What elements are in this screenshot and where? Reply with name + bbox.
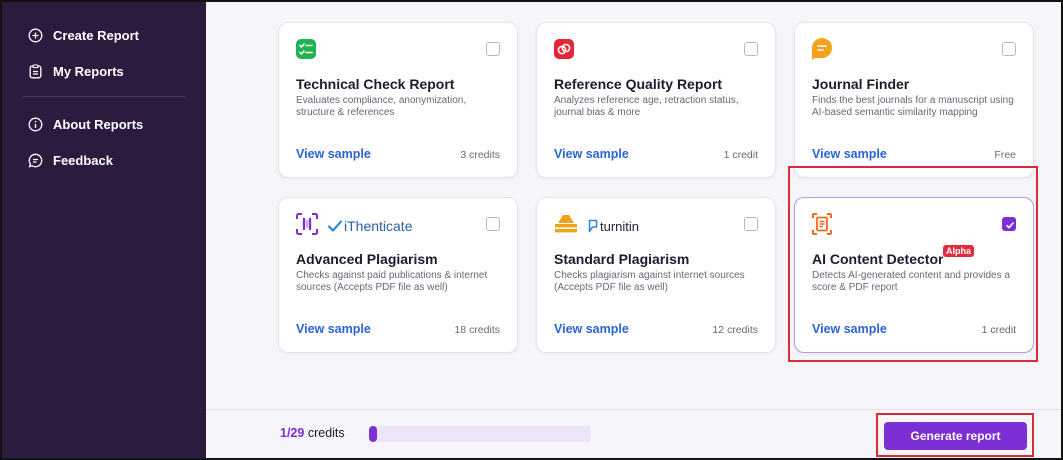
report-card-advanced-plagiarism[interactable]: iThenticate Advanced Plagiarism Checks a…	[278, 197, 518, 353]
credits-used: 1/29	[280, 426, 305, 440]
card-title: Technical Check Report	[296, 76, 455, 92]
view-sample-link[interactable]: View sample	[812, 322, 887, 336]
card-description: Evaluates compliance, anonymization, str…	[296, 95, 467, 118]
credits-progress-fill	[369, 426, 377, 442]
report-card-reference-quality[interactable]: Reference Quality Report Analyzes refere…	[536, 22, 776, 178]
report-checkbox[interactable]	[1002, 217, 1016, 231]
document-scan-icon	[812, 212, 832, 240]
turnitin-logo: turnitin	[588, 219, 639, 234]
card-title: Reference Quality Report	[554, 76, 723, 92]
sidebar-item-label: Create Report	[53, 27, 139, 43]
plus-circle-icon	[28, 28, 43, 43]
view-sample-link[interactable]: View sample	[554, 322, 629, 336]
view-sample-link[interactable]: View sample	[296, 147, 371, 161]
card-description: Checks against paid publications & inter…	[296, 270, 488, 293]
report-card-standard-plagiarism[interactable]: turnitin Standard Plagiarism Checks plag…	[536, 197, 776, 353]
card-title: Journal Finder	[812, 76, 910, 92]
view-sample-link[interactable]: View sample	[812, 147, 887, 161]
sidebar: Create Report My Reports About Reports F…	[2, 2, 206, 458]
credit-cost: Free	[994, 149, 1016, 161]
card-description: Checks plagiarism against internet sourc…	[554, 270, 745, 293]
clipboard-icon	[28, 63, 43, 79]
report-card-journal-finder[interactable]: Journal Finder Finds the best journals f…	[794, 22, 1034, 178]
credit-cost: 1 credit	[723, 149, 758, 161]
chat-bubble-icon	[812, 37, 832, 65]
report-checkbox[interactable]	[744, 217, 758, 231]
report-checkbox[interactable]	[744, 42, 758, 56]
sidebar-item-label: My Reports	[53, 63, 124, 79]
credits-label: credits	[307, 426, 345, 440]
sidebar-item-label: Feedback	[53, 152, 113, 168]
sidebar-item-about-reports[interactable]: About Reports	[2, 113, 206, 135]
ithenticate-logo: iThenticate	[328, 218, 412, 234]
view-sample-link[interactable]: View sample	[554, 147, 629, 161]
card-title: AI Content Detector	[812, 251, 944, 267]
credit-cost: 1 credit	[981, 324, 1016, 336]
credits-counter: 1/29 credits	[280, 426, 345, 440]
report-checkbox[interactable]	[486, 42, 500, 56]
message-square-icon	[28, 153, 43, 168]
credits-progress-bar	[369, 426, 591, 442]
footer-bar: 1/29 credits Generate report	[206, 409, 1061, 458]
credit-cost: 3 credits	[460, 149, 500, 161]
turnitin-wordmark: turnitin	[600, 218, 640, 234]
card-description: Analyzes reference age, retraction statu…	[554, 95, 739, 118]
info-circle-icon	[28, 117, 43, 132]
sidebar-item-label: About Reports	[53, 116, 144, 132]
scan-icon	[296, 212, 318, 240]
link-icon	[554, 38, 574, 64]
card-description: Finds the best journals for a manuscript…	[812, 95, 1014, 118]
report-card-ai-content-detector[interactable]: Alpha AI Content Detector Detects AI-gen…	[794, 197, 1034, 353]
credit-cost: 18 credits	[454, 324, 500, 336]
report-checkbox[interactable]	[1002, 42, 1016, 56]
card-title: Advanced Plagiarism	[296, 251, 438, 267]
stack-icon	[554, 214, 578, 239]
card-description: Detects AI-generated content and provide…	[812, 270, 1010, 293]
view-sample-link[interactable]: View sample	[296, 322, 371, 336]
report-checkbox[interactable]	[486, 217, 500, 231]
checklist-icon	[296, 38, 316, 64]
credit-cost: 12 credits	[712, 324, 758, 336]
sidebar-item-feedback[interactable]: Feedback	[2, 149, 206, 171]
sidebar-item-create-report[interactable]: Create Report	[2, 24, 206, 46]
card-title: Standard Plagiarism	[554, 251, 690, 267]
report-card-technical-check[interactable]: Technical Check Report Evaluates complia…	[278, 22, 518, 178]
sidebar-divider	[22, 96, 186, 97]
generate-report-button[interactable]: Generate report	[884, 422, 1027, 450]
sidebar-item-my-reports[interactable]: My Reports	[2, 60, 206, 82]
app-window: Create Report My Reports About Reports F…	[0, 0, 1063, 460]
alpha-badge: Alpha	[943, 245, 975, 257]
main-content: Technical Check Report Evaluates complia…	[206, 2, 1061, 458]
ithenticate-wordmark: iThenticate	[344, 218, 413, 234]
